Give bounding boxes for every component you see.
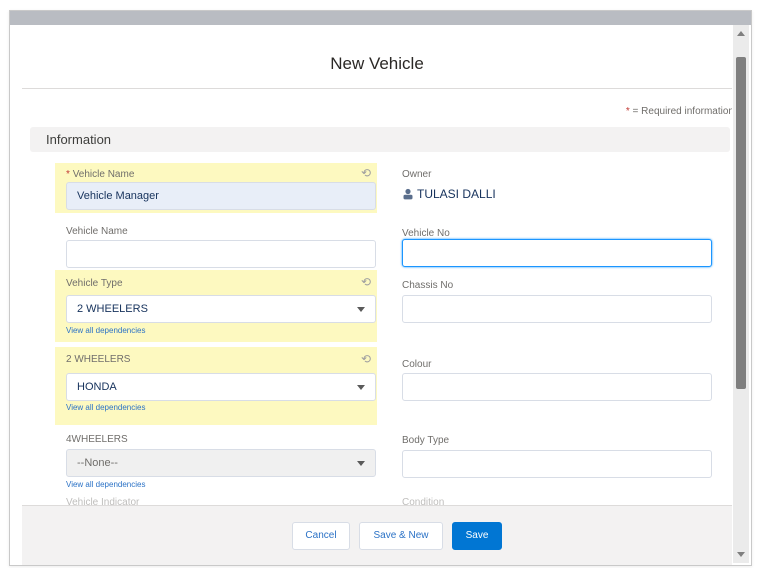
vehicle-type-select[interactable]: 2 WHEELERS [66,295,376,323]
vehicle-name-required-label-text: Vehicle Name [72,169,135,180]
cancel-button[interactable]: Cancel [292,522,350,550]
required-info-text: = Required information [632,106,732,117]
undo-icon[interactable]: ⟲ [361,166,371,180]
view-dependencies-link[interactable]: View all dependencies [66,480,145,489]
vehicle-type-selected-value: 2 WHEELERS [77,303,148,315]
vehicle-no-input[interactable] [402,239,712,267]
scrollbar-thumb[interactable] [736,57,746,389]
save-and-new-button[interactable]: Save & New [359,522,443,550]
modal-title: New Vehicle [330,54,424,73]
chevron-down-icon [357,307,365,312]
scroll-up-icon[interactable] [737,31,745,36]
required-star: * [66,169,70,180]
owner-value-link[interactable]: TULASI DALLI [417,187,496,201]
required-info-note: * = Required information [626,106,732,117]
save-button[interactable]: Save [452,522,502,550]
vehicle-type-label: Vehicle Type [66,278,123,289]
vehicle-no-label: Vehicle No [402,228,450,239]
two-wheelers-selected-value: HONDA [77,381,117,393]
modal-footer: Cancel Save & New Save [22,505,732,565]
top-strip [10,11,751,25]
chassis-no-input[interactable] [402,295,712,323]
four-wheelers-selected-value: --None-- [77,457,118,469]
chevron-down-icon [357,461,365,466]
colour-input[interactable] [402,373,712,401]
owner-label: Owner [402,169,432,180]
section-header-information[interactable]: Information [30,127,730,152]
modal-header: New Vehicle [22,25,732,89]
scroll-down-icon[interactable] [737,552,745,557]
required-star: * [625,106,630,117]
body-type-label: Body Type [402,435,450,446]
modal-body[interactable]: * = Required information Information * V… [22,89,732,505]
vehicle-name-required-label: * Vehicle Name [66,169,134,180]
two-wheelers-label: 2 WHEELERS [66,354,131,365]
undo-icon[interactable]: ⟲ [361,275,371,289]
vehicle-name-label: Vehicle Name [66,226,128,237]
scrollbar[interactable] [733,25,749,563]
colour-label: Colour [402,359,432,370]
vehicle-name-required-input[interactable]: Vehicle Manager [66,182,376,210]
chassis-no-label: Chassis No [402,280,454,291]
condition-label: Condition [402,497,445,505]
vehicle-indicator-label: Vehicle Indicator [66,497,140,505]
undo-icon[interactable]: ⟲ [361,352,371,366]
body-type-input[interactable] [402,450,712,478]
four-wheelers-select[interactable]: --None-- [66,449,376,477]
vehicle-name-input[interactable] [66,240,376,268]
four-wheelers-label: 4WHEELERS [66,434,128,445]
chevron-down-icon [357,385,365,390]
two-wheelers-select[interactable]: HONDA [66,373,376,401]
view-dependencies-link[interactable]: View all dependencies [66,326,145,335]
user-icon [403,188,413,200]
view-dependencies-link[interactable]: View all dependencies [66,403,145,412]
section-title: Information [46,132,112,147]
modal-window: New Vehicle * = Required information Inf… [9,10,752,566]
